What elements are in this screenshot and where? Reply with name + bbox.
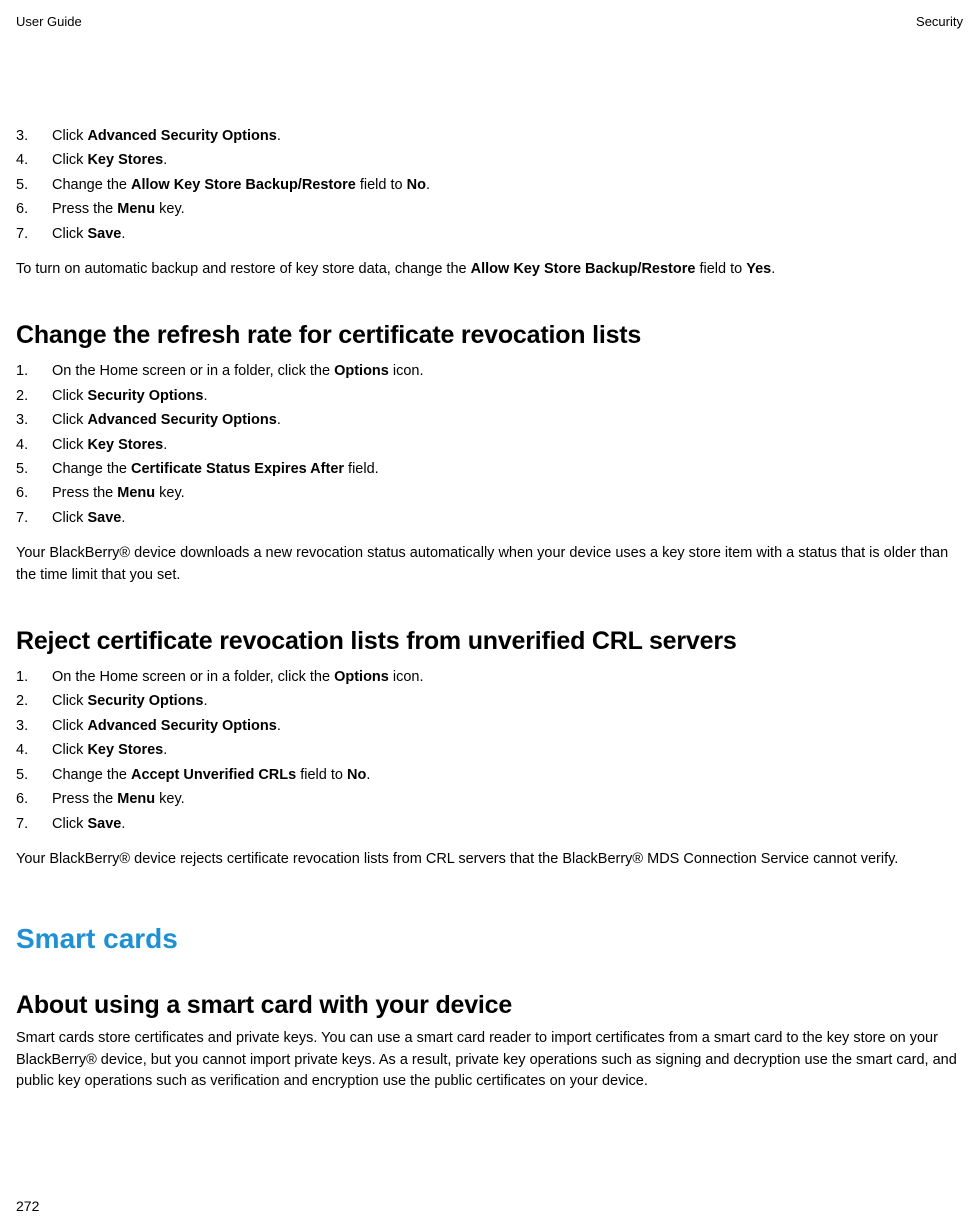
- step-number: 3.: [16, 715, 52, 737]
- step-text: Click Advanced Security Options.: [52, 409, 281, 431]
- section2-note: Your BlackBerry® device rejects certific…: [16, 849, 963, 871]
- step-item: 4.Click Key Stores.: [16, 739, 963, 761]
- top-note: To turn on automatic backup and restore …: [16, 259, 963, 281]
- step-number: 2.: [16, 385, 52, 407]
- about-smart-card-text: Smart cards store certificates and priva…: [16, 1028, 963, 1093]
- step-number: 7.: [16, 813, 52, 835]
- step-item: 7.Click Save.: [16, 813, 963, 835]
- step-item: 2.Click Security Options.: [16, 690, 963, 712]
- step-item: 3.Click Advanced Security Options.: [16, 715, 963, 737]
- step-item: 1.On the Home screen or in a folder, cli…: [16, 666, 963, 688]
- step-number: 5.: [16, 458, 52, 480]
- step-text: Click Key Stores.: [52, 149, 167, 171]
- step-item: 1.On the Home screen or in a folder, cli…: [16, 360, 963, 382]
- step-text: Click Security Options.: [52, 690, 208, 712]
- step-text: Click Save.: [52, 223, 125, 245]
- step-text: Press the Menu key.: [52, 482, 185, 504]
- step-item: 5.Change the Certificate Status Expires …: [16, 458, 963, 480]
- step-number: 5.: [16, 174, 52, 196]
- step-number: 3.: [16, 409, 52, 431]
- step-text: Change the Accept Unverified CRLs field …: [52, 764, 370, 786]
- step-number: 7.: [16, 507, 52, 529]
- smart-cards-heading: Smart cards: [16, 923, 963, 955]
- section1-note: Your BlackBerry® device downloads a new …: [16, 543, 963, 587]
- step-number: 3.: [16, 125, 52, 147]
- page-header: User Guide Security: [16, 14, 963, 29]
- step-text: Click Save.: [52, 507, 125, 529]
- step-text: Click Key Stores.: [52, 739, 167, 761]
- step-number: 6.: [16, 788, 52, 810]
- step-number: 7.: [16, 223, 52, 245]
- step-item: 6.Press the Menu key.: [16, 788, 963, 810]
- step-number: 5.: [16, 764, 52, 786]
- step-item: 3.Click Advanced Security Options.: [16, 409, 963, 431]
- step-number: 1.: [16, 666, 52, 688]
- step-text: Change the Allow Key Store Backup/Restor…: [52, 174, 430, 196]
- header-left: User Guide: [16, 14, 82, 29]
- header-right: Security: [916, 14, 963, 29]
- step-text: Change the Certificate Status Expires Af…: [52, 458, 379, 480]
- step-item: 6.Press the Menu key.: [16, 198, 963, 220]
- step-item: 7.Click Save.: [16, 507, 963, 529]
- step-item: 5.Change the Accept Unverified CRLs fiel…: [16, 764, 963, 786]
- step-text: Click Key Stores.: [52, 434, 167, 456]
- section2-steps: 1.On the Home screen or in a folder, cli…: [16, 666, 963, 835]
- step-number: 4.: [16, 149, 52, 171]
- about-smart-card-heading: About using a smart card with your devic…: [16, 991, 963, 1020]
- step-item: 3.Click Advanced Security Options.: [16, 125, 963, 147]
- step-text: On the Home screen or in a folder, click…: [52, 360, 424, 382]
- top-continued-steps: 3.Click Advanced Security Options.4.Clic…: [16, 125, 963, 245]
- step-number: 1.: [16, 360, 52, 382]
- step-number: 4.: [16, 434, 52, 456]
- step-item: 6.Press the Menu key.: [16, 482, 963, 504]
- step-item: 5.Change the Allow Key Store Backup/Rest…: [16, 174, 963, 196]
- step-text: Click Advanced Security Options.: [52, 715, 281, 737]
- step-item: 2.Click Security Options.: [16, 385, 963, 407]
- section2-title: Reject certificate revocation lists from…: [16, 627, 963, 656]
- step-number: 6.: [16, 482, 52, 504]
- step-item: 4.Click Key Stores.: [16, 149, 963, 171]
- step-text: Click Security Options.: [52, 385, 208, 407]
- step-item: 4.Click Key Stores.: [16, 434, 963, 456]
- section1-steps: 1.On the Home screen or in a folder, cli…: [16, 360, 963, 529]
- section1-title: Change the refresh rate for certificate …: [16, 321, 963, 350]
- step-text: Click Save.: [52, 813, 125, 835]
- step-text: Press the Menu key.: [52, 198, 185, 220]
- page-number: 272: [16, 1198, 39, 1214]
- step-number: 2.: [16, 690, 52, 712]
- step-number: 4.: [16, 739, 52, 761]
- step-text: Press the Menu key.: [52, 788, 185, 810]
- step-item: 7.Click Save.: [16, 223, 963, 245]
- step-text: Click Advanced Security Options.: [52, 125, 281, 147]
- step-text: On the Home screen or in a folder, click…: [52, 666, 424, 688]
- step-number: 6.: [16, 198, 52, 220]
